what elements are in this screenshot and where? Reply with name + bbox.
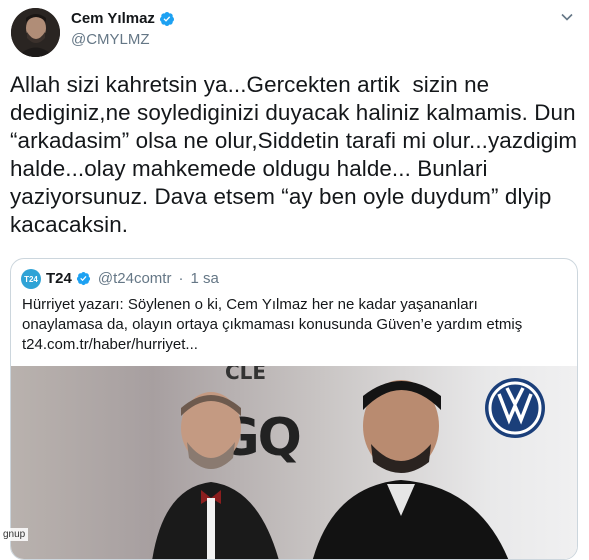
quoted-handle[interactable]: @t24comtr xyxy=(98,270,172,287)
quoted-avatar[interactable]: T24 xyxy=(21,269,41,289)
quoted-tweet-card[interactable]: T24 T24 @t24comtr · 1 sa Hürriyet yazarı… xyxy=(10,258,578,560)
person-left-figure xyxy=(152,392,279,559)
chevron-down-icon[interactable] xyxy=(560,10,574,24)
meta-separator: · xyxy=(178,270,184,287)
verified-badge-icon xyxy=(159,11,174,26)
author-avatar[interactable] xyxy=(11,8,60,57)
quoted-header: T24 @t24comtr · 1 sa xyxy=(46,270,219,287)
quoted-time[interactable]: 1 sa xyxy=(190,270,218,287)
verified-badge-icon xyxy=(76,271,90,286)
quoted-name[interactable]: T24 xyxy=(46,270,72,287)
author-name[interactable]: Cem Yılmaz xyxy=(71,10,155,27)
overlay-label: gnup xyxy=(0,528,29,541)
author-handle[interactable]: @CMYLMZ xyxy=(71,31,150,48)
avatar-portrait xyxy=(11,8,60,57)
tweet-text: Allah sizi kahretsin ya...Gercekten arti… xyxy=(10,72,584,237)
quoted-media-image[interactable]: CLE GQ xyxy=(11,366,577,559)
person-right-figure xyxy=(313,380,509,559)
author-header: Cem Yılmaz xyxy=(71,10,175,27)
quoted-text: Hürriyet yazarı: Söylenen o ki, Cem Yılm… xyxy=(22,296,523,353)
